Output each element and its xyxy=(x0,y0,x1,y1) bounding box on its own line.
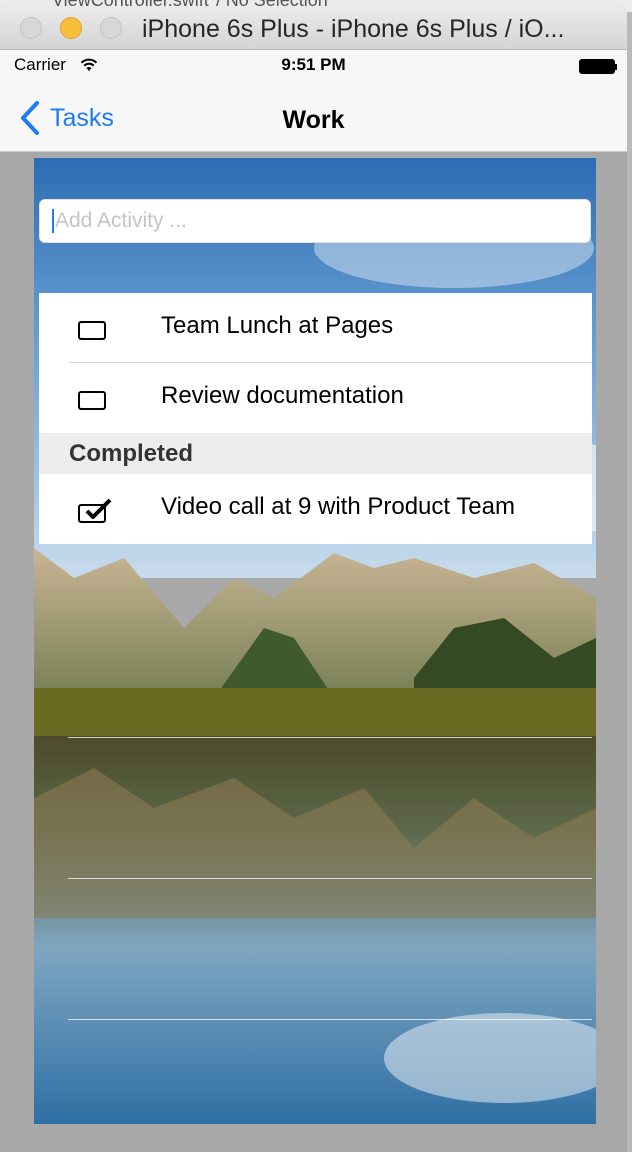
checkbox-icon[interactable] xyxy=(78,498,112,523)
battery-tip xyxy=(614,64,617,70)
task-row[interactable]: Team Lunch at Pages xyxy=(39,293,592,363)
window-title: iPhone 6s Plus - iPhone 6s Plus / iO... xyxy=(142,15,565,43)
tasks-content: Team Lunch at Pages Review documentation… xyxy=(34,158,596,1124)
checkbox-icon[interactable] xyxy=(78,391,106,410)
empty-row-divider xyxy=(68,737,592,738)
task-row[interactable]: Review documentation xyxy=(39,363,592,433)
minimize-window-button[interactable] xyxy=(60,17,82,39)
task-label: Team Lunch at Pages xyxy=(161,312,394,339)
empty-row-divider xyxy=(68,878,592,879)
add-activity-input[interactable] xyxy=(55,209,555,233)
battery-icon xyxy=(579,59,615,74)
tasks-table: Team Lunch at Pages Review documentation… xyxy=(39,293,592,544)
completed-task-row[interactable]: Video call at 9 with Product Team xyxy=(39,474,592,544)
simulator-window: iPhone 6s Plus - iPhone 6s Plus / iO... … xyxy=(0,6,627,1152)
checkbox-icon[interactable] xyxy=(78,321,106,340)
zoom-window-button[interactable] xyxy=(100,17,122,39)
simulator-bezel-bottom xyxy=(0,1124,627,1152)
completed-section-header: Completed xyxy=(39,433,592,474)
task-label: Review documentation xyxy=(161,382,404,409)
checkmark-icon xyxy=(85,498,112,519)
navigation-bar: Tasks Work xyxy=(0,86,627,152)
status-time: 9:51 PM xyxy=(281,55,346,74)
device-screen: Carrier 9:51 PM Tasks Work Add Activity … xyxy=(0,50,627,1152)
text-caret xyxy=(52,209,54,233)
close-window-button[interactable] xyxy=(20,17,42,39)
page-title: Work xyxy=(282,106,345,134)
completed-task-label: Video call at 9 with Product Team xyxy=(161,493,515,520)
window-titlebar: iPhone 6s Plus - iPhone 6s Plus / iO... xyxy=(0,6,627,50)
status-bar: Carrier 9:51 PM xyxy=(0,50,627,86)
add-activity-field[interactable] xyxy=(39,199,591,243)
empty-row-divider xyxy=(68,1019,592,1020)
